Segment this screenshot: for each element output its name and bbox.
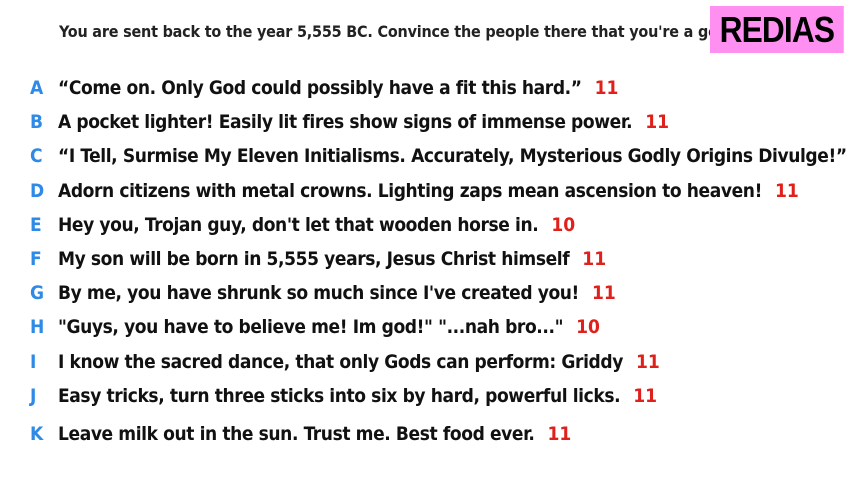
answer-letter: F — [30, 248, 42, 271]
answer-text: "Guys, you have to believe me! Im god!" … — [58, 316, 564, 339]
answer-list: A “Come on. Only God could possibly have… — [30, 71, 853, 451]
answer-letter: I — [30, 350, 37, 373]
answer-text: “Come on. Only God could possibly have a… — [58, 77, 582, 100]
answer-letter: E — [30, 213, 42, 236]
answer-text: My son will be born in 5,555 years, Jesu… — [58, 248, 570, 271]
answer-score: 11 — [635, 350, 660, 373]
answer-score: 10 — [576, 316, 600, 339]
answer-letter: H — [30, 316, 45, 339]
answer-row-e: E Hey you, Trojan guy, don't let that wo… — [30, 208, 853, 242]
answer-letter: D — [30, 179, 45, 202]
answer-text: Adorn citizens with metal crowns. Lighti… — [58, 179, 762, 202]
answer-text: Leave milk out in the sun. Trust me. Bes… — [58, 422, 535, 445]
prompt-text: You are sent back to the year 5,555 BC. … — [59, 22, 734, 41]
answer-letter: A — [30, 77, 44, 100]
answer-row-a: A “Come on. Only God could possibly have… — [30, 71, 853, 105]
answer-text: By me, you have shrunk so much since I'v… — [58, 282, 579, 305]
answer-score: 11 — [633, 384, 658, 407]
answer-text: I know the sacred dance, that only Gods … — [58, 350, 623, 373]
answer-row-f: F My son will be born in 5,555 years, Je… — [30, 242, 853, 276]
answer-text: “I Tell, Surmise My Eleven Initialisms. … — [58, 145, 847, 168]
answer-letter: J — [30, 384, 37, 407]
answer-text: A pocket lighter! Easily lit fires show … — [58, 111, 633, 134]
answer-letter: B — [30, 111, 44, 134]
answer-letter: K — [30, 422, 44, 445]
answer-row-b: B A pocket lighter! Easily lit fires sho… — [30, 105, 853, 139]
answer-letter: C — [30, 145, 43, 168]
answer-score: 10 — [551, 213, 576, 236]
answer-score: 11 — [582, 248, 607, 271]
user-name-badge: REDIAS — [710, 6, 844, 53]
answer-score: 11 — [591, 282, 616, 305]
answer-text: Easy tricks, turn three sticks into six … — [58, 384, 621, 407]
answer-row-j: J Easy tricks, turn three sticks into si… — [30, 379, 853, 413]
answer-score: 11 — [594, 77, 619, 100]
answer-row-d: D Adorn citizens with metal crowns. Ligh… — [30, 174, 853, 208]
answer-row-h: H "Guys, you have to believe me! Im god!… — [30, 310, 853, 344]
answer-score: 11 — [645, 111, 670, 134]
answer-row-i: I I know the sacred dance, that only God… — [30, 345, 853, 379]
answer-row-k: K Leave milk out in the sun. Trust me. B… — [30, 417, 853, 451]
answer-letter: G — [30, 282, 45, 305]
answer-score: 11 — [547, 422, 572, 445]
answer-score: 11 — [774, 179, 799, 202]
answer-row-g: G By me, you have shrunk so much since I… — [30, 276, 853, 310]
answer-text: Hey you, Trojan guy, don't let that wood… — [58, 213, 539, 236]
answer-row-c: C “I Tell, Surmise My Eleven Initialisms… — [30, 139, 853, 173]
